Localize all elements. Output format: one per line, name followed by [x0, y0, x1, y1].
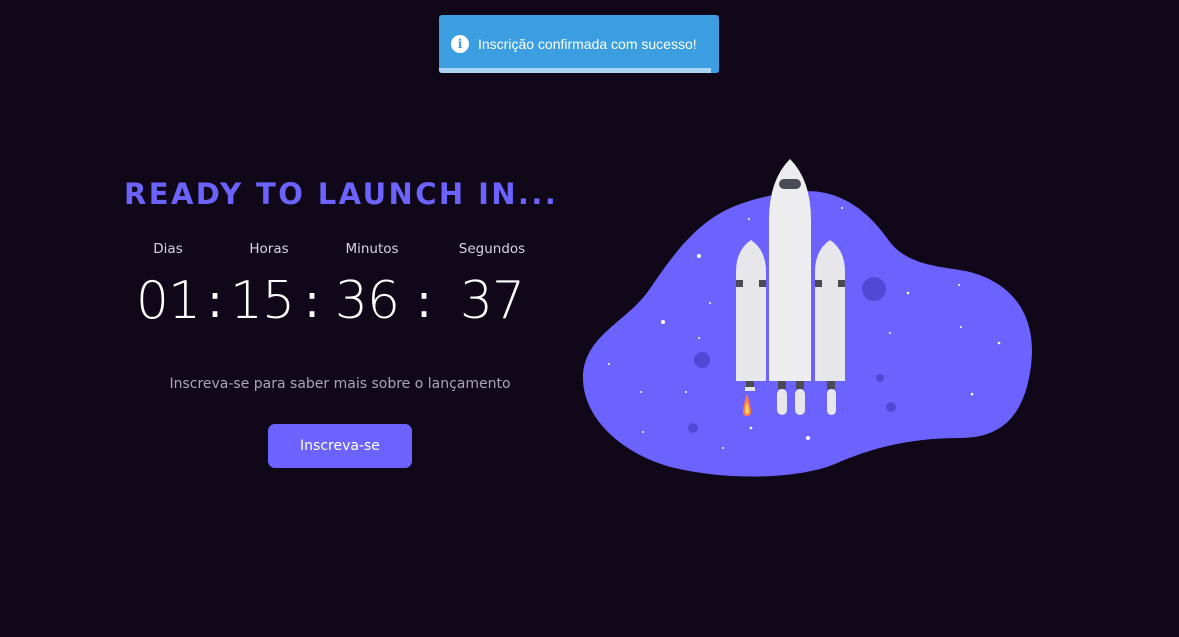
star [608, 363, 610, 365]
planet [688, 423, 698, 433]
separator: : [304, 274, 320, 328]
rocket-window [779, 179, 801, 189]
star [661, 320, 665, 324]
toast-progress-fill [439, 68, 711, 73]
star [697, 254, 701, 258]
seconds-label: Segundos [458, 241, 526, 257]
toast-message: Inscrição confirmada com sucesso! [478, 36, 697, 52]
star [748, 218, 750, 220]
star [889, 332, 891, 334]
separator: : [207, 274, 223, 328]
planet [862, 277, 886, 301]
rocket-illustration [583, 159, 1032, 477]
minutes-value: 36 [334, 271, 400, 331]
page-title: READY TO LAUNCH IN... [124, 177, 559, 211]
main-nozzle [795, 389, 805, 415]
main-nozzle [777, 389, 787, 415]
star [640, 391, 642, 393]
subscribe-description: Inscreva-se para saber mais sobre o lanç… [169, 376, 511, 392]
star [970, 392, 974, 396]
star [642, 431, 644, 433]
right-booster-nozzle [827, 389, 836, 415]
toast-progress-bar [439, 68, 719, 73]
left-booster [736, 240, 766, 381]
seconds-value: 37 [459, 271, 525, 331]
page: i Inscrição confirmada com sucesso! READ… [0, 0, 1179, 637]
hours-label: Horas [249, 241, 289, 257]
star [960, 326, 962, 328]
star [958, 284, 960, 286]
star [749, 426, 753, 430]
rocket-body [769, 159, 811, 381]
days-value: 01 [135, 271, 201, 331]
planet [886, 402, 896, 412]
notification-toast[interactable]: i Inscrição confirmada com sucesso! [439, 15, 719, 73]
minutes-label: Minutos [345, 241, 399, 257]
hours-value: 15 [229, 271, 295, 331]
separator: : [416, 274, 432, 328]
star [685, 391, 687, 393]
star [841, 207, 843, 209]
days-label: Dias [153, 241, 183, 257]
planet [694, 352, 710, 368]
planet [876, 374, 884, 382]
subscribe-button[interactable]: Inscreva-se [268, 424, 412, 468]
star [698, 337, 700, 339]
right-booster [815, 240, 845, 381]
star [722, 447, 724, 449]
star [997, 341, 1001, 345]
star [709, 302, 711, 304]
info-icon: i [451, 35, 469, 53]
star [806, 436, 810, 440]
star [906, 291, 910, 295]
